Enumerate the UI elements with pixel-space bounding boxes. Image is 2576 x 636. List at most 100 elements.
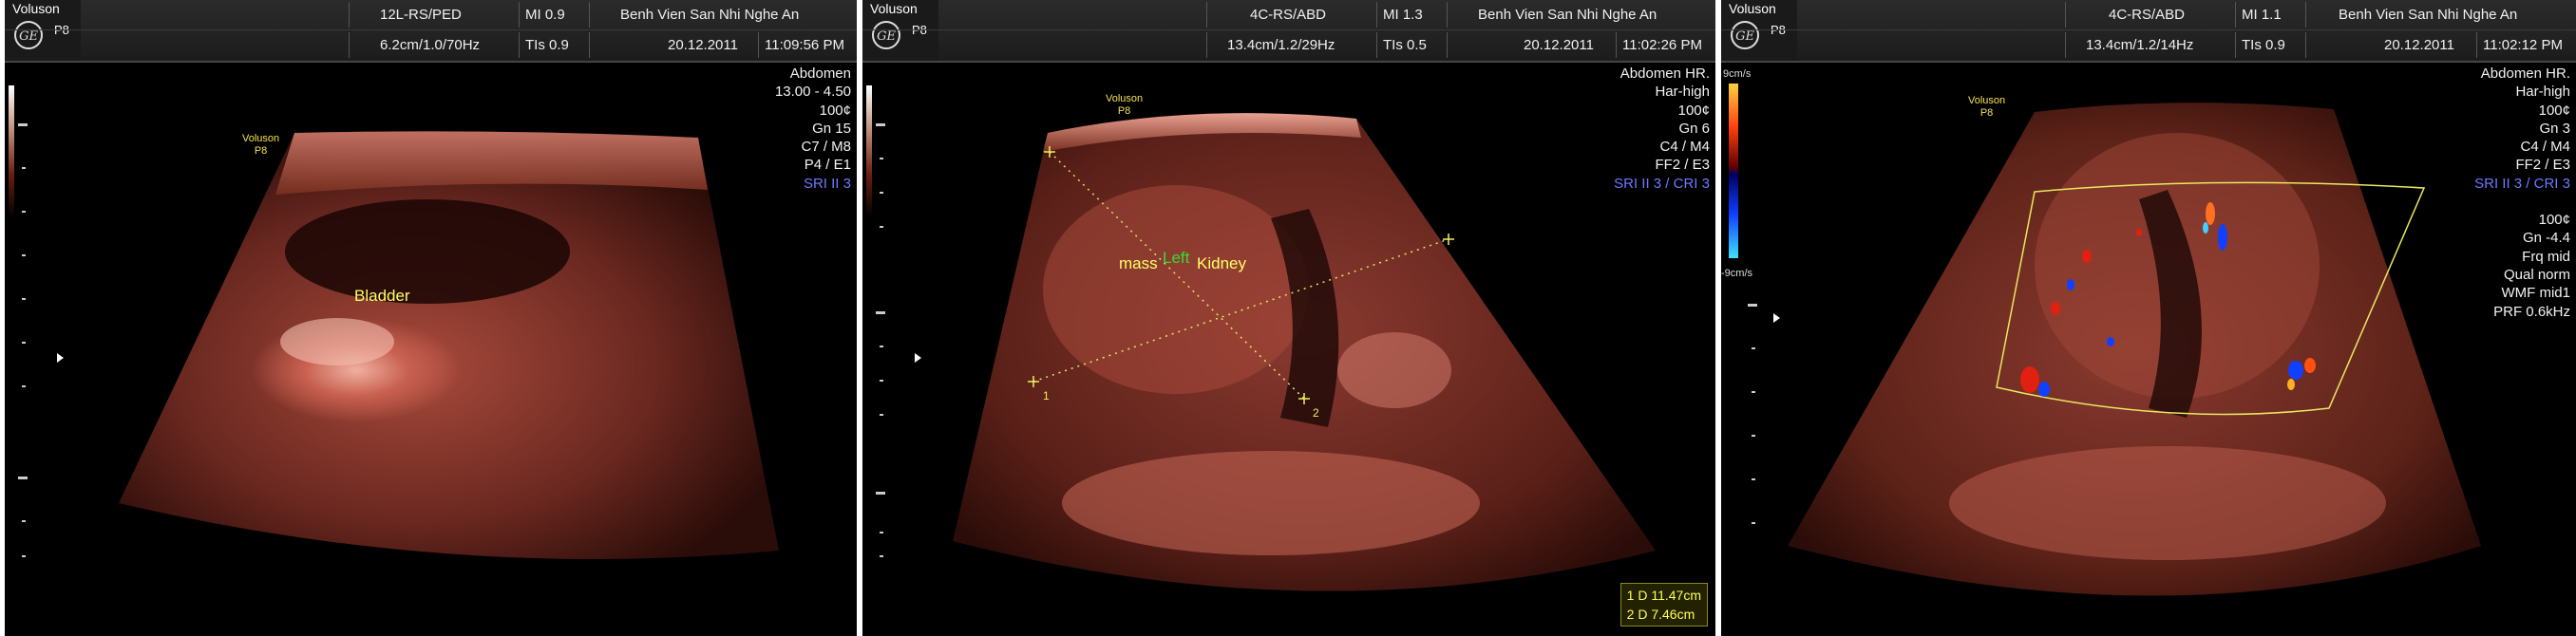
annotation-left: Left <box>1163 249 1190 267</box>
param-line: Har-high <box>1655 84 1710 101</box>
divider <box>2235 32 2236 58</box>
exam-time: 11:02:26 PM <box>1622 37 1702 53</box>
grayscale-bar <box>866 85 872 218</box>
watermark-model: P8 <box>1979 107 1994 119</box>
divider <box>519 2 520 28</box>
caliper-label-2: 2 <box>1313 406 1319 420</box>
hospital-name: Benh Vien San Nhi Nghe An <box>2339 7 2518 23</box>
ultrasound-panel-bladder: Voluson GE P8 12L-RS/PED MI 0.9 Benh Vie… <box>5 0 857 636</box>
param-line: 100¢ <box>2538 102 2570 119</box>
probe-label: 4C-RS/ABD <box>2109 7 2186 23</box>
divider <box>2235 2 2236 28</box>
color-bar-top-label: 9cm/s <box>1723 68 1752 80</box>
divider <box>1447 32 1448 58</box>
header-bar: Voluson GE P8 4C-RS/ABD MI 1.1 Benh Vien… <box>1721 0 2576 63</box>
divider <box>758 32 759 58</box>
param-line: C4 / M4 <box>1659 139 1710 156</box>
imaging-params: Abdomen HR. Har-high 100¢ Gn 6 C4 / M4 F… <box>1614 65 1710 193</box>
watermark-model: P8 <box>254 145 268 157</box>
imaging-params: Abdomen 13.00 - 4.50 100¢ Gn 15 C7 / M8 … <box>775 65 851 193</box>
divider <box>1376 2 1377 28</box>
param-line: Gn 6 <box>1678 120 1710 137</box>
divider <box>519 32 520 58</box>
doppler-color-bar <box>1729 84 1738 258</box>
tis-value: TIs 0.9 <box>525 37 569 53</box>
probe-label: 4C-RS/ABD <box>1250 7 1327 23</box>
param-line: C7 / M8 <box>801 139 851 156</box>
exam-time: 11:09:56 PM <box>765 37 844 53</box>
header-bar: Voluson GE P8 12L-RS/PED MI 0.9 Benh Vie… <box>5 0 857 63</box>
mi-value: MI 1.1 <box>2242 7 2282 23</box>
divider <box>2065 2 2066 28</box>
exam-time: 11:02:12 PM <box>2483 37 2563 53</box>
annotation-bladder: Bladder <box>354 287 410 305</box>
ultrasound-scan-image <box>1788 103 2481 596</box>
mi-value: MI 0.9 <box>525 7 565 23</box>
exam-date: 20.12.2011 <box>1524 37 1594 53</box>
mi-value: MI 1.3 <box>1383 7 1423 23</box>
divider <box>589 32 590 58</box>
voluson-watermark: Voluson P8 <box>1106 93 1143 118</box>
watermark-brand: Voluson <box>1968 95 2006 106</box>
divider <box>349 32 350 58</box>
doppler-param-line: Gn -4.4 <box>2522 230 2570 247</box>
param-line: Abdomen <box>789 65 851 82</box>
annotation-mass: mass <box>1119 254 1158 272</box>
param-line: FF2 / E3 <box>1655 157 1710 174</box>
voluson-watermark: Voluson P8 <box>1968 95 2005 120</box>
sri-label: SRI II 3 / CRI 3 <box>1614 175 1710 192</box>
depth-scale <box>876 123 889 560</box>
doppler-param-line: WMF mid1 <box>2501 285 2571 302</box>
tis-value: TIs 0.5 <box>1383 37 1427 53</box>
param-line: P4 / E1 <box>804 157 851 174</box>
divider <box>1616 32 1617 58</box>
hospital-name: Benh Vien San Nhi Nghe An <box>1478 7 1657 23</box>
param-line: Har-high <box>2515 84 2570 101</box>
divider <box>2305 2 2306 28</box>
hospital-name: Benh Vien San Nhi Nghe An <box>620 7 800 23</box>
doppler-param-line: Frq mid <box>2522 248 2570 265</box>
ultrasound-panel-kidney: Voluson GE P8 4C-RS/ABD MI 1.3 Benh Vien… <box>862 0 1715 636</box>
ultrasound-scan-image <box>953 113 1656 591</box>
divider <box>1206 2 1207 28</box>
doppler-param-line: PRF 0.6kHz <box>2493 303 2570 320</box>
divider <box>2476 32 2477 58</box>
voluson-watermark: Voluson P8 <box>242 133 279 158</box>
divider <box>2065 32 2066 58</box>
depth-info: 13.4cm/1.2/29Hz <box>1227 37 1335 53</box>
depth-scale <box>18 123 31 560</box>
divider <box>349 2 350 28</box>
divider <box>1447 2 1448 28</box>
param-line: Gn 3 <box>2539 120 2570 137</box>
param-line: FF2 / E3 <box>2515 157 2570 174</box>
annotation-kidney: Kidney <box>1197 254 1246 272</box>
header-bar: Voluson GE P8 4C-RS/ABD MI 1.3 Benh Vien… <box>862 0 1715 63</box>
measurement-line: 1 D 11.47cm <box>1626 588 1701 603</box>
watermark-brand: Voluson <box>1106 93 1144 104</box>
depth-info: 13.4cm/1.2/14Hz <box>2086 37 2194 53</box>
tis-value: TIs 0.9 <box>2242 37 2285 53</box>
exam-date: 20.12.2011 <box>668 37 738 53</box>
divider <box>1206 32 1207 58</box>
divider <box>1376 32 1377 58</box>
measurement-line: 2 D 7.46cm <box>1626 607 1695 622</box>
focus-marker-icon <box>1773 313 1780 323</box>
exam-date: 20.12.2011 <box>2384 37 2454 53</box>
color-bar-bottom-label: -9cm/s <box>1721 268 1752 279</box>
caliper-label-1: 1 <box>1043 389 1050 402</box>
grayscale-bar <box>9 85 14 218</box>
sri-label: SRI II 3 / CRI 3 <box>2474 175 2570 192</box>
probe-label: 12L-RS/PED <box>380 7 462 23</box>
watermark-model: P8 <box>1117 105 1131 117</box>
doppler-param-line: Qual norm <box>2503 266 2570 283</box>
depth-scale <box>1748 304 1761 551</box>
divider <box>589 2 590 28</box>
param-line: Abdomen HR. <box>2480 65 2570 82</box>
imaging-params: Abdomen HR. Har-high 100¢ Gn 3 C4 / M4 F… <box>2474 65 2570 321</box>
depth-info: 6.2cm/1.0/70Hz <box>380 37 481 53</box>
param-line: 13.00 - 4.50 <box>774 84 851 101</box>
param-line: C4 / M4 <box>2520 139 2570 156</box>
sri-label: SRI II 3 <box>803 175 851 192</box>
ultrasound-scan-image <box>119 131 779 559</box>
divider <box>2305 32 2306 58</box>
